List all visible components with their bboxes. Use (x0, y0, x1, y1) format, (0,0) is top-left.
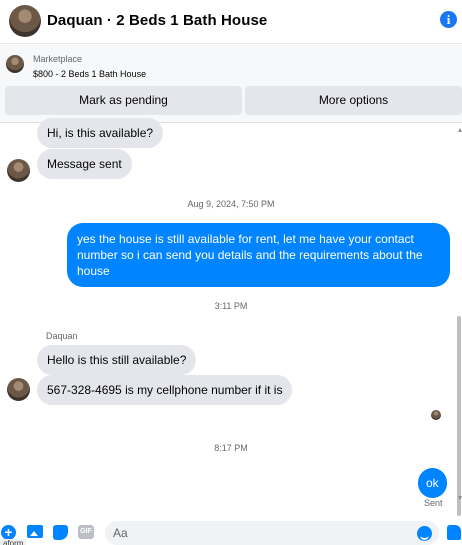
more-options-button[interactable]: More options (245, 86, 462, 115)
message-bubble-incoming[interactable]: Message sent (37, 149, 132, 179)
listing-title[interactable]: $800 - 2 Beds 1 Bath House (33, 69, 146, 79)
timestamp: Aug 9, 2024, 7:50 PM (187, 199, 275, 209)
message-bubble-outgoing[interactable]: yes the house is still available for ren… (67, 223, 450, 287)
read-receipt-avatar (431, 410, 441, 420)
message-bubble-incoming[interactable]: Hi, is this available? (37, 118, 164, 148)
marketplace-avatar (6, 55, 24, 73)
like-icon[interactable] (447, 525, 461, 540)
avatar[interactable] (9, 5, 41, 37)
conversation-title[interactable]: Daquan · 2 Beds 1 Bath House (47, 12, 267, 29)
message-composer: + GIF Aa (0, 517, 462, 545)
scroll-up-arrow-icon[interactable] (458, 128, 462, 132)
message-input[interactable]: Aa (105, 521, 439, 545)
timestamp: 8:17 PM (214, 443, 248, 453)
tooltip: aform (0, 539, 27, 545)
scrollbar-thumb[interactable] (457, 316, 461, 516)
message-bubble-outgoing[interactable]: ok (418, 468, 447, 498)
message-bubble-incoming[interactable]: Hello is this still available? (37, 345, 197, 375)
scroll-down-arrow-icon[interactable] (458, 496, 462, 500)
avatar[interactable] (7, 159, 30, 182)
mark-as-pending-button[interactable]: Mark as pending (5, 86, 242, 115)
timestamp: 3:11 PM (214, 301, 248, 311)
conversation-header: Daquan · 2 Beds 1 Bath House i (0, 0, 462, 44)
message-thread[interactable]: Hi, is this available? Message sent Aug … (0, 118, 462, 516)
marketplace-label: Marketplace (33, 54, 83, 64)
sticker-icon[interactable] (53, 525, 68, 540)
photo-icon[interactable] (27, 525, 43, 538)
emoji-icon[interactable] (417, 526, 432, 541)
gif-icon[interactable]: GIF (78, 525, 94, 539)
avatar[interactable] (7, 378, 30, 401)
marketplace-banner: Marketplace $800 - 2 Beds 1 Bath House M… (0, 45, 462, 123)
info-icon[interactable]: i (440, 11, 457, 28)
sender-name: Daquan (46, 331, 78, 341)
delivery-status: Sent (424, 498, 443, 508)
plus-icon[interactable]: + (1, 525, 16, 540)
message-bubble-incoming[interactable]: 567-328-4695 is my cellphone number if i… (37, 375, 293, 405)
